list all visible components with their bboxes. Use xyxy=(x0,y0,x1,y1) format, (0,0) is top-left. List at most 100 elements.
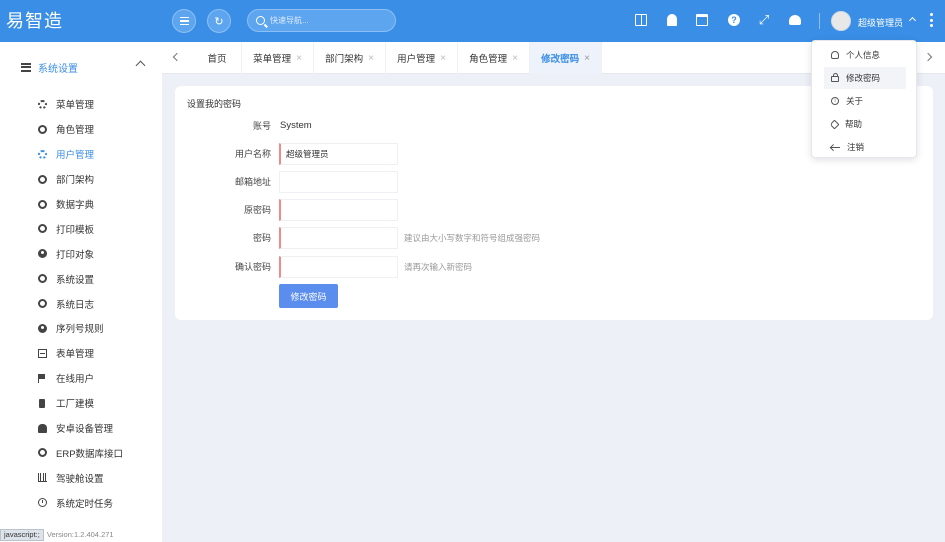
sidebar-item-print-object[interactable]: 打印对象 xyxy=(0,241,162,266)
chevron-up-icon[interactable] xyxy=(908,16,917,25)
status-link-preview: javascript:; xyxy=(0,528,44,541)
sidebar-item-role-management[interactable]: 角色管理 xyxy=(0,117,162,142)
menu-toggle-button[interactable] xyxy=(172,9,196,33)
sidebar-item-label: 序列号规则 xyxy=(56,324,104,336)
password-input[interactable] xyxy=(279,227,398,249)
sidebar-item-label: 用户管理 xyxy=(56,150,95,162)
sidebar-item-dictionary[interactable]: 数据字典 xyxy=(0,192,162,217)
close-icon[interactable]: × xyxy=(368,53,374,64)
dashboard-icon[interactable] xyxy=(789,15,801,25)
sidebar-group-label: 系统设置 xyxy=(38,63,78,75)
username-label: 用户名称 xyxy=(234,149,271,159)
board-icon[interactable] xyxy=(635,14,647,26)
menu-item-logout[interactable]: 注销 xyxy=(824,136,906,158)
sidebar-item-label: 系统日志 xyxy=(56,299,95,311)
close-icon[interactable]: × xyxy=(296,53,302,64)
sidebar-item-label: ERP数据库接口 xyxy=(56,448,124,460)
menu-item-label: 个人信息 xyxy=(846,50,881,60)
search-input[interactable] xyxy=(270,16,380,25)
status-bar: javascript:; Version:1.2.404.271 xyxy=(0,527,114,542)
form-icon xyxy=(38,348,47,358)
chevron-left-icon[interactable] xyxy=(172,52,182,62)
confirm-password-input[interactable] xyxy=(279,256,398,278)
tab-label: 部门架构 xyxy=(325,54,364,65)
close-icon[interactable]: × xyxy=(440,53,446,64)
account-row: 账号 System xyxy=(175,115,575,137)
confirm-password-row: 确认密码 请再次输入新密码 xyxy=(175,256,595,278)
calendar-icon[interactable] xyxy=(696,14,708,26)
tab-user-management[interactable]: 用户管理 × xyxy=(386,42,458,74)
refresh-button[interactable]: ↻ xyxy=(207,9,231,33)
password-label: 密码 xyxy=(252,233,271,243)
version-label: Version:1.2.404.271 xyxy=(46,530,114,539)
sidebar-item-form-management[interactable]: 表单管理 xyxy=(0,341,162,366)
sidebar-item-system-settings[interactable]: 系统设置 xyxy=(0,266,162,291)
more-icon[interactable] xyxy=(930,13,933,27)
card-title: 设置我的密码 xyxy=(187,99,242,109)
confirm-password-label: 确认密码 xyxy=(234,262,271,272)
sidebar-item-serial-rules[interactable]: 序列号规则 xyxy=(0,316,162,341)
email-label: 邮箱地址 xyxy=(234,177,271,187)
sidebar-item-department[interactable]: 部门架构 xyxy=(0,167,162,192)
menu-icon xyxy=(179,16,189,26)
confirm-password-hint: 请再次输入新密码 xyxy=(404,262,473,272)
sidebar-item-print-template[interactable]: 打印模板 xyxy=(0,216,162,241)
tag-icon xyxy=(829,119,840,129)
help-icon[interactable]: ? xyxy=(728,14,740,26)
compass-icon xyxy=(38,249,47,259)
tab-department[interactable]: 部门架构 × xyxy=(314,42,386,74)
info-icon: i xyxy=(831,97,839,105)
bell-icon[interactable] xyxy=(667,14,677,26)
header-divider xyxy=(819,13,820,29)
close-icon[interactable]: × xyxy=(512,53,518,64)
sidebar-item-label: 在线用户 xyxy=(56,374,95,386)
user-name[interactable]: 超级管理员 xyxy=(858,16,903,29)
top-header: ↻ ? ⤢ 超级管理员 xyxy=(162,0,945,42)
sidebar-item-menu-management[interactable]: 菜单管理 xyxy=(0,92,162,117)
ring-icon xyxy=(38,199,47,209)
close-icon[interactable]: × xyxy=(584,53,590,64)
menu-item-label: 关于 xyxy=(846,96,864,106)
sidebar-item-user-management[interactable]: 用户管理 xyxy=(0,142,162,167)
chevron-right-icon[interactable] xyxy=(923,52,933,62)
username-input[interactable] xyxy=(279,143,398,165)
sidebar-item-label: 打印对象 xyxy=(56,249,95,261)
menu-item-profile[interactable]: 个人信息 xyxy=(824,44,906,66)
username-row: 用户名称 xyxy=(175,143,575,165)
sidebar-item-erp-interface[interactable]: ERP数据库接口 xyxy=(0,440,162,465)
menu-item-help[interactable]: 帮助 xyxy=(824,113,906,135)
old-password-input[interactable] xyxy=(279,199,398,221)
tab-role-management[interactable]: 角色管理 × xyxy=(458,42,530,74)
sidebar-item-label: 驾驶舱设置 xyxy=(56,473,104,485)
account-value: System xyxy=(280,120,312,131)
sidebar-item-label: 系统定时任务 xyxy=(56,498,114,510)
tab-home[interactable]: 首页 xyxy=(193,42,242,74)
ring-icon xyxy=(38,174,47,184)
ring-icon xyxy=(38,224,47,234)
sidebar-item-label: 菜单管理 xyxy=(56,100,95,112)
tab-menu-management[interactable]: 菜单管理 × xyxy=(242,42,314,74)
sidebar-item-android-devices[interactable]: 安卓设备管理 xyxy=(0,416,162,441)
quick-nav-search[interactable] xyxy=(247,9,396,32)
sidebar-item-label: 工厂建模 xyxy=(56,399,95,411)
sidebar-item-label: 安卓设备管理 xyxy=(56,424,114,436)
fullscreen-icon[interactable]: ⤢ xyxy=(758,13,770,26)
avatar[interactable] xyxy=(831,11,851,31)
menu-item-about[interactable]: i 关于 xyxy=(824,90,906,112)
sidebar-group-system-settings[interactable]: 系统设置 xyxy=(0,42,162,92)
sidebar-item-online-users[interactable]: 在线用户 xyxy=(0,366,162,391)
menu-item-change-password[interactable]: 修改密码 xyxy=(824,67,906,89)
menu-item-label: 修改密码 xyxy=(846,73,881,83)
tab-label: 修改密码 xyxy=(541,54,580,65)
sidebar-item-scheduled-tasks[interactable]: 系统定时任务 xyxy=(0,490,162,515)
email-input[interactable] xyxy=(279,171,398,193)
sidebar-item-cockpit-settings[interactable]: 驾驶舱设置 xyxy=(0,465,162,490)
ring-icon xyxy=(38,299,47,309)
change-password-button[interactable]: 修改密码 xyxy=(279,284,338,308)
sidebar-item-system-log[interactable]: 系统日志 xyxy=(0,291,162,316)
menu-item-label: 注销 xyxy=(847,142,865,152)
sidebar-item-label: 角色管理 xyxy=(56,125,95,137)
tab-label: 菜单管理 xyxy=(253,54,292,65)
sidebar-item-factory-modeling[interactable]: 工厂建模 xyxy=(0,391,162,416)
tab-change-password[interactable]: 修改密码 × xyxy=(530,42,602,74)
